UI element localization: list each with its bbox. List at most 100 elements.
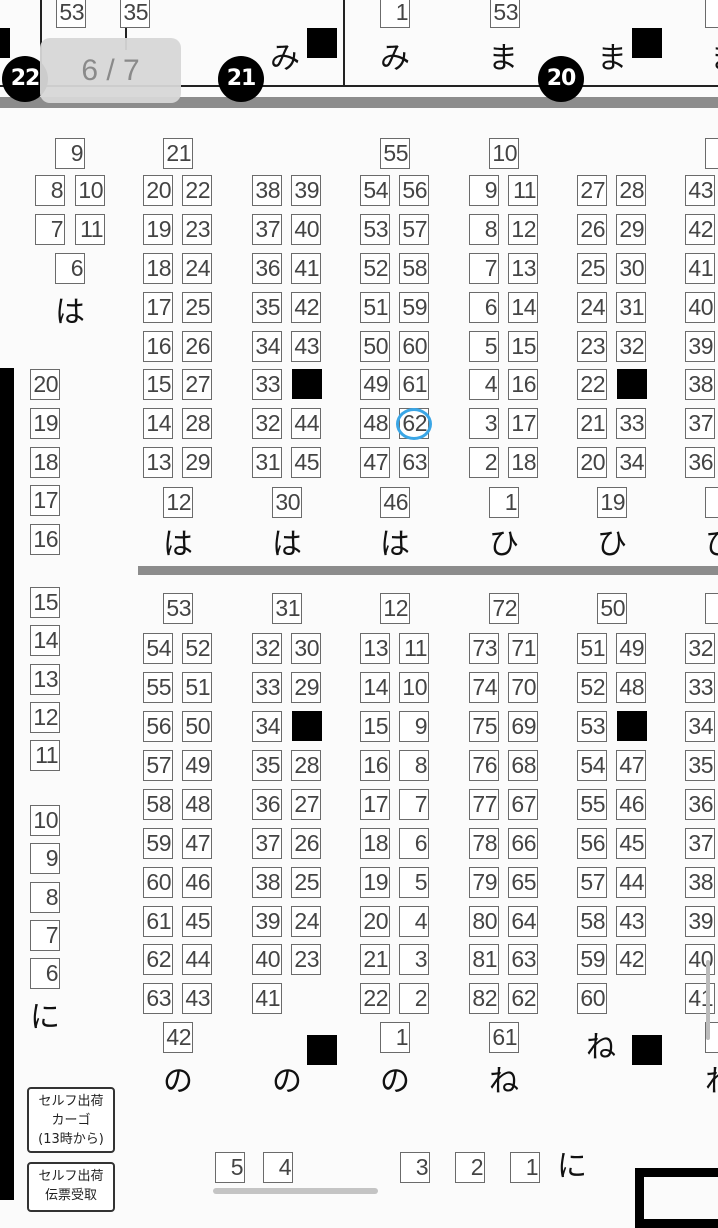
booth[interactable]: 50 xyxy=(360,331,390,362)
booth[interactable]: 37 xyxy=(685,408,715,439)
booth[interactable]: 13 xyxy=(360,633,390,664)
booth[interactable]: 59 xyxy=(399,292,429,323)
booth[interactable]: 12 xyxy=(380,593,410,624)
booth[interactable]: 47 xyxy=(360,447,390,478)
booth[interactable]: 6 xyxy=(30,958,60,989)
booth[interactable]: 7 xyxy=(469,253,499,284)
booth[interactable]: 1 xyxy=(380,1022,410,1053)
booth[interactable]: 33 xyxy=(252,672,282,703)
booth[interactable]: 36 xyxy=(685,789,715,820)
booth[interactable]: 71 xyxy=(508,633,538,664)
booth[interactable]: 56 xyxy=(399,175,429,206)
booth[interactable]: 60 xyxy=(399,331,429,362)
booth[interactable]: 10 xyxy=(399,672,429,703)
booth[interactable]: 72 xyxy=(489,593,519,624)
booth[interactable]: 48 xyxy=(360,408,390,439)
booth[interactable]: 7 xyxy=(30,920,60,951)
booth[interactable]: 42 xyxy=(291,292,321,323)
booth[interactable]: 3 xyxy=(469,408,499,439)
booth[interactable]: 1 xyxy=(705,0,718,28)
booth[interactable]: 59 xyxy=(577,944,607,975)
booth[interactable]: 14 xyxy=(508,292,538,323)
booth[interactable]: 19 xyxy=(360,867,390,898)
booth[interactable]: 21 xyxy=(163,138,193,169)
booth[interactable]: 17 xyxy=(30,485,60,516)
booth[interactable]: 68 xyxy=(508,750,538,781)
booth[interactable]: 44 xyxy=(616,867,646,898)
booth[interactable]: 35 xyxy=(252,292,282,323)
booth[interactable]: 6 xyxy=(55,253,85,284)
booth[interactable]: 51 xyxy=(182,672,212,703)
booth[interactable]: 9 xyxy=(30,843,60,874)
booth[interactable]: 36 xyxy=(252,789,282,820)
booth[interactable]: 56 xyxy=(577,828,607,859)
booth[interactable]: 31 xyxy=(252,447,282,478)
booth[interactable]: 51 xyxy=(360,292,390,323)
booth[interactable]: 20 xyxy=(360,906,390,937)
booth[interactable]: 26 xyxy=(182,331,212,362)
booth[interactable]: 82 xyxy=(469,983,499,1014)
booth[interactable]: 3 xyxy=(400,1152,430,1183)
booth[interactable]: 39 xyxy=(685,906,715,937)
booth[interactable]: 58 xyxy=(143,789,173,820)
booth[interactable]: 3 xyxy=(705,593,718,624)
booth[interactable]: 34 xyxy=(252,711,282,742)
booth[interactable]: 8 xyxy=(35,175,65,206)
booth[interactable]: 34 xyxy=(685,711,715,742)
booth[interactable]: 39 xyxy=(291,175,321,206)
booth[interactable]: 9 xyxy=(55,138,85,169)
booth[interactable]: 61 xyxy=(143,906,173,937)
booth[interactable]: 53 xyxy=(163,593,193,624)
booth[interactable]: 40 xyxy=(685,292,715,323)
booth[interactable]: 15 xyxy=(143,369,173,400)
booth[interactable]: 29 xyxy=(182,447,212,478)
booth[interactable]: 17 xyxy=(508,408,538,439)
booth[interactable]: 5 xyxy=(215,1152,245,1183)
booth[interactable]: 54 xyxy=(577,750,607,781)
booth[interactable]: 38 xyxy=(252,867,282,898)
booth[interactable]: 2 xyxy=(399,983,429,1014)
booth[interactable]: 48 xyxy=(616,672,646,703)
booth[interactable]: 27 xyxy=(291,789,321,820)
booth[interactable]: 50 xyxy=(182,711,212,742)
booth[interactable]: 32 xyxy=(252,408,282,439)
booth[interactable]: 21 xyxy=(577,408,607,439)
booth[interactable]: 20 xyxy=(30,369,60,400)
booth[interactable]: 49 xyxy=(616,633,646,664)
booth[interactable]: 33 xyxy=(616,408,646,439)
booth[interactable]: 53 xyxy=(360,214,390,245)
booth[interactable]: 7 xyxy=(399,789,429,820)
booth[interactable]: 58 xyxy=(577,906,607,937)
booth[interactable]: 22 xyxy=(360,983,390,1014)
booth[interactable]: 53 xyxy=(577,711,607,742)
booth[interactable]: 4 xyxy=(263,1152,293,1183)
booth[interactable]: 33 xyxy=(252,369,282,400)
booth[interactable]: 16 xyxy=(508,369,538,400)
booth[interactable]: 41 xyxy=(252,983,282,1014)
booth[interactable]: 66 xyxy=(508,828,538,859)
booth[interactable]: 36 xyxy=(252,253,282,284)
booth[interactable]: 33 xyxy=(685,672,715,703)
booth[interactable]: 28 xyxy=(616,175,646,206)
booth[interactable]: 20 xyxy=(577,447,607,478)
booth[interactable]: 78 xyxy=(469,828,499,859)
booth[interactable]: 1 xyxy=(380,0,410,28)
booth[interactable]: 8 xyxy=(469,214,499,245)
booth[interactable]: 12 xyxy=(508,214,538,245)
booth[interactable]: 45 xyxy=(182,906,212,937)
booth[interactable]: 46 xyxy=(616,789,646,820)
booth[interactable]: 34 xyxy=(616,447,646,478)
booth[interactable]: 42 xyxy=(163,1022,193,1053)
booth[interactable]: 54 xyxy=(143,633,173,664)
booth[interactable]: 40 xyxy=(291,214,321,245)
booth[interactable]: 10 xyxy=(489,138,519,169)
booth[interactable]: 32 xyxy=(252,633,282,664)
booth[interactable]: 23 xyxy=(291,944,321,975)
scrollbar[interactable] xyxy=(706,960,710,1040)
booth[interactable]: 63 xyxy=(399,447,429,478)
home-indicator[interactable] xyxy=(213,1188,378,1194)
booth[interactable]: 52 xyxy=(360,253,390,284)
booth[interactable]: 40 xyxy=(252,944,282,975)
booth[interactable]: 41 xyxy=(685,253,715,284)
booth[interactable]: 38 xyxy=(685,867,715,898)
